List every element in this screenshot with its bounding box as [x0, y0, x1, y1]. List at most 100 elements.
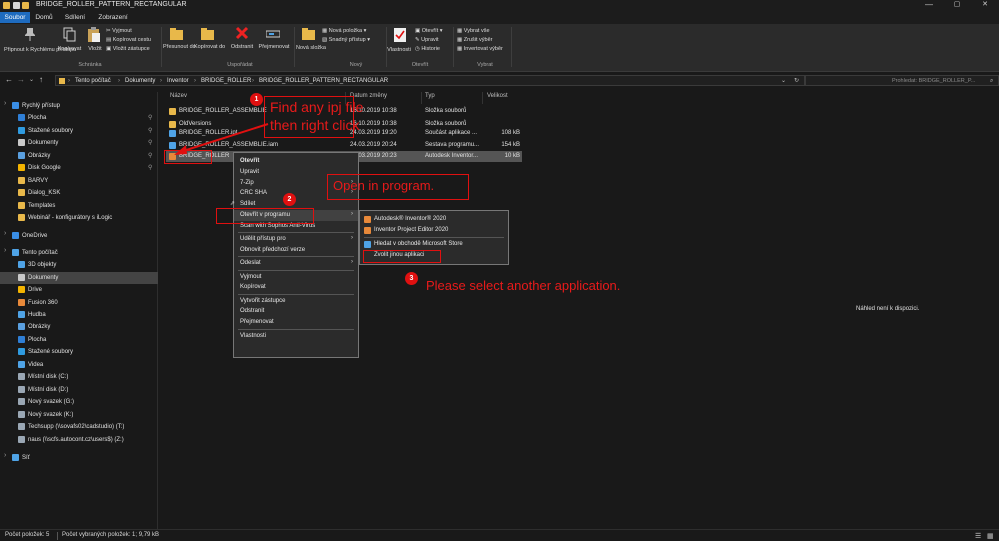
edit-button[interactable]: ✎ Upravit [415, 37, 439, 44]
context-menu-item[interactable]: Udělit přístup pro › [234, 234, 358, 245]
nav-item[interactable]: naus (\\scfs.autocont.cz\users$) (Z:) [0, 434, 158, 446]
breadcrumb-pattern-rectangular[interactable]: BRIDGE_ROLLER_PATTERN_RECTANGULAR [259, 76, 388, 86]
nav-item[interactable]: Stažené soubory [0, 346, 158, 358]
nav-item[interactable]: Obrázky ⚲ [0, 150, 158, 162]
delete-button[interactable]: Odstranit [226, 44, 258, 51]
address-bar[interactable]: › Tento počítač › Dokumenty › Inventor ›… [55, 75, 805, 86]
paste-shortcut-button[interactable]: ▣ Vložit zástupce [106, 46, 150, 53]
context-menu-item[interactable]: Obnovit předchozí verze [234, 245, 358, 256]
column-header-type[interactable]: Typ [425, 93, 435, 99]
nav-item[interactable]: › OneDrive [0, 230, 158, 242]
breadcrumb-this-pc[interactable]: Tento počítač [75, 76, 111, 86]
open-with-item[interactable]: Hledat v obchodě Microsoft Store [360, 239, 508, 250]
history-button[interactable]: ◷ Historie [415, 46, 440, 53]
expand-chevron-icon[interactable]: › [4, 230, 6, 237]
nav-item[interactable]: › Rychlý přístup [0, 100, 158, 112]
nav-item[interactable]: Hudba [0, 309, 158, 321]
nav-item[interactable]: Drive [0, 284, 158, 296]
nav-item[interactable]: › Tento počítač [0, 247, 158, 259]
tab-soubor[interactable]: Soubor [0, 12, 30, 23]
paste-button[interactable]: Vložit [84, 46, 106, 53]
refresh-icon[interactable]: ↻ [794, 76, 799, 86]
expand-chevron-icon[interactable]: › [4, 452, 6, 459]
pin-icon: ⚲ [148, 165, 153, 171]
nav-item[interactable]: Plocha ⚲ [0, 112, 158, 124]
nav-item[interactable]: Dokumenty ⚲ [0, 137, 158, 149]
open-with-item[interactable]: Autodesk® Inventor® 2020 [360, 214, 508, 225]
copy-button[interactable]: Kopírovat [56, 46, 83, 53]
copy-to-button[interactable]: Kopírovat do [194, 44, 225, 51]
breadcrumb-documents[interactable]: Dokumenty [125, 76, 155, 86]
maximize-button[interactable]: ▢ [943, 0, 971, 11]
select-none-button[interactable]: ▦ Zrušit výběr [457, 37, 492, 44]
address-dropdown-icon[interactable]: ⌄ [781, 76, 786, 86]
open-with-item[interactable]: Inventor Project Editor 2020 [360, 225, 508, 236]
expand-chevron-icon[interactable]: › [4, 100, 6, 107]
search-icon[interactable]: ⌕ [990, 76, 993, 86]
new-folder-button[interactable]: Nová složka [296, 45, 326, 52]
context-menu-item[interactable]: Odstranit [234, 306, 358, 317]
context-menu-item[interactable]: Vyjmout [234, 272, 358, 283]
properties-button[interactable]: Vlastnosti [384, 47, 414, 54]
context-menu-item-label: CRC SHA [240, 190, 268, 197]
tab-sdileni[interactable]: Sdílení [60, 12, 90, 23]
pin-quick-access-button[interactable]: Připnout k Rychlému přístupu [4, 47, 76, 54]
forward-icon[interactable]: → [17, 75, 25, 84]
context-menu-item[interactable]: Kopírovat [234, 282, 358, 293]
nav-item[interactable]: Dokumenty [0, 272, 158, 284]
select-all-button[interactable]: ▦ Vybrat vše [457, 28, 490, 35]
easy-access-button[interactable]: ▧ Snadný přístup ▾ [322, 37, 370, 44]
invert-selection-button[interactable]: ▦ Invertovat výběr [457, 46, 503, 53]
up-icon[interactable]: ↑ [39, 75, 43, 84]
nav-item[interactable]: Místní disk (D:) [0, 384, 158, 396]
nav-item[interactable]: Obrázky [0, 321, 158, 333]
move-to-button[interactable]: Přesunout do [163, 44, 196, 51]
recent-locations-icon[interactable]: ⌄ [29, 76, 34, 83]
rename-button[interactable]: Přejmenovat [256, 44, 292, 51]
nav-item[interactable]: 3D objekty [0, 259, 158, 271]
properties-icon[interactable] [13, 2, 20, 9]
nav-item[interactable]: Dialog_KSK [0, 187, 158, 199]
new-item-button[interactable]: ▦ Nová položka ▾ [322, 28, 366, 35]
nav-item[interactable]: Nový svazek (G:) [0, 396, 158, 408]
breadcrumb-bridge-roller[interactable]: BRIDGE_ROLLER [201, 76, 251, 86]
nav-item[interactable]: Fusion 360 [0, 297, 158, 309]
large-icons-view-icon[interactable]: ▦ [987, 532, 994, 540]
back-icon[interactable]: ← [5, 75, 13, 84]
copy-path-button[interactable]: ▤ Kopírovat cestu [106, 37, 151, 44]
minimize-button[interactable]: — [915, 0, 943, 11]
nav-item[interactable]: Místní disk (C:) [0, 371, 158, 383]
nav-item[interactable]: BARVY [0, 175, 158, 187]
file-type: Součást aplikace ... [425, 130, 478, 136]
column-header-name[interactable]: Název [170, 93, 187, 99]
details-view-icon[interactable]: ☰ [975, 532, 981, 540]
context-menu-item[interactable]: Vytvořit zástupce [234, 296, 358, 307]
nav-item[interactable]: Videa [0, 359, 158, 371]
copy-icon [63, 27, 77, 45]
expand-chevron-icon[interactable]: › [4, 247, 6, 254]
close-button[interactable]: ✕ [971, 0, 999, 11]
nav-item-label: Templates [28, 203, 56, 209]
context-menu-item[interactable]: Vlastnosti [234, 331, 358, 342]
nav-item[interactable]: Nový svazek (K:) [0, 409, 158, 421]
cut-button[interactable]: ✂ Vyjmout [106, 28, 132, 35]
ribbon: Připnout k Rychlému přístupu Kopírovat V… [0, 24, 999, 72]
new-folder-icon[interactable] [22, 2, 29, 9]
column-header-size[interactable]: Velikost [487, 93, 508, 99]
search-box[interactable]: Prohledat: BRIDGE_ROLLER_P... ⌕ [805, 75, 999, 86]
cut-label: Vyjmout [112, 28, 132, 34]
context-menu-item[interactable]: Odeslat › [234, 258, 358, 269]
nav-item[interactable]: Stažené soubory ⚲ [0, 125, 158, 137]
context-menu-item[interactable]: Přejmenovat [234, 317, 358, 328]
open-button[interactable]: ▣ Otevřít ▾ [415, 28, 443, 35]
nav-item[interactable]: › Síť [0, 452, 158, 464]
nav-item[interactable]: Techsupp (\\sovafs02\cadstudio) (T:) [0, 421, 158, 433]
nav-item[interactable]: Disk Google ⚲ [0, 162, 158, 174]
tab-domu[interactable]: Domů [31, 12, 57, 23]
tab-zobrazeni[interactable]: Zobrazení [93, 12, 133, 23]
breadcrumb-inventor[interactable]: Inventor [167, 76, 189, 86]
nav-item[interactable]: Webinář - konfigurátory s iLogic [0, 212, 158, 224]
nav-item-label: Stažené soubory [28, 128, 74, 134]
nav-item[interactable]: Plocha [0, 334, 158, 346]
nav-item[interactable]: Templates [0, 200, 158, 212]
